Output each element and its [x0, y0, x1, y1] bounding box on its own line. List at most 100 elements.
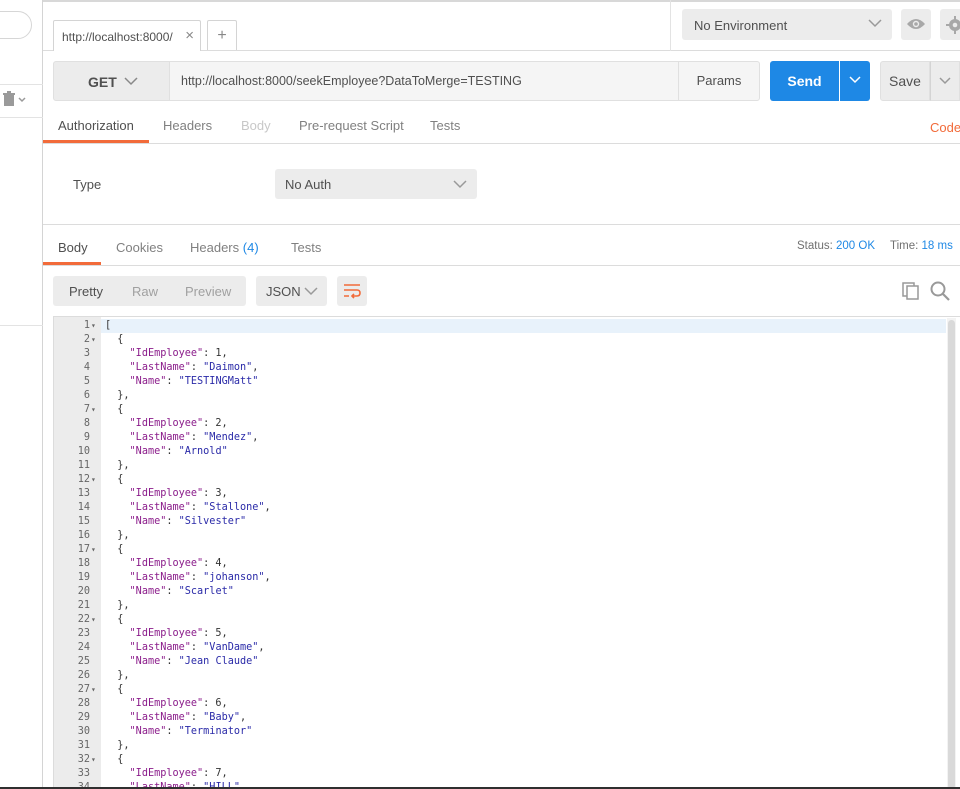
code-line: 6 }, — [54, 389, 944, 403]
code-line: 7 ▾ { — [54, 403, 944, 417]
code-text: "Name": "Terminator" — [129, 726, 253, 737]
trash-icon[interactable] — [2, 91, 30, 107]
chevron-down-icon — [453, 180, 467, 189]
request-tab[interactable]: http://localhost:8000/ × — [53, 20, 201, 51]
scrollbar-thumb[interactable] — [948, 320, 955, 789]
line-number: 22 — [77, 614, 90, 625]
chevron-down-icon — [868, 19, 882, 28]
tab-response-cookies[interactable]: Cookies — [116, 240, 163, 255]
chevron-down-icon — [124, 77, 138, 86]
line-number: 14 — [77, 502, 90, 513]
divider — [0, 325, 43, 326]
line-number: 33 — [77, 768, 90, 779]
line-number: 19 — [77, 572, 90, 583]
sidebar-search-input[interactable] — [0, 11, 32, 39]
code-text: "Name": "Silvester" — [129, 516, 247, 527]
divider — [43, 0, 960, 2]
format-select[interactable]: JSON — [256, 276, 327, 306]
line-number: 21 — [77, 600, 90, 611]
response-body-viewer[interactable]: 1 ▾[2 ▾ {3 "IdEmployee": 1, 4 "LastName": "… — [53, 316, 960, 789]
tab-response-headers[interactable]: Headers (4) — [190, 240, 259, 255]
environment-quick-look-button[interactable] — [901, 9, 931, 40]
time-label: Time: — [890, 240, 919, 252]
code-line: 14 "LastName": "Stallone", — [54, 501, 944, 515]
line-number: 25 — [77, 656, 90, 667]
view-mode-raw[interactable]: Raw — [132, 284, 158, 299]
fold-toggle-icon[interactable]: ▾ — [91, 753, 96, 767]
line-number: 23 — [77, 628, 90, 639]
save-options-button[interactable] — [930, 61, 960, 101]
tab-headers[interactable]: Headers — [163, 118, 212, 133]
line-number: 7 — [83, 404, 90, 415]
code-line: 33 "IdEmployee": 7, — [54, 767, 944, 781]
tab-body[interactable]: Body — [241, 118, 271, 133]
wrap-lines-button[interactable] — [337, 276, 367, 306]
code-line: 3 "IdEmployee": 1, — [54, 347, 944, 361]
code-line: 5 "Name": "TESTINGMatt" — [54, 375, 944, 389]
line-number: 26 — [77, 670, 90, 681]
tab-response-tests[interactable]: Tests — [291, 240, 321, 255]
fold-toggle-icon[interactable]: ▾ — [91, 473, 96, 487]
line-number: 27 — [77, 684, 90, 695]
params-button[interactable]: Params — [678, 61, 760, 101]
code-line: 24 "LastName": "VanDame", — [54, 641, 944, 655]
code-text: }, — [105, 530, 130, 541]
fold-toggle-icon[interactable]: ▾ — [91, 333, 96, 347]
code-line: 29 "LastName": "Baby", — [54, 711, 944, 725]
code-text: "LastName": "VanDame", — [129, 642, 265, 653]
code-text: "IdEmployee": 5, — [129, 628, 228, 639]
fold-toggle-icon[interactable]: ▾ — [91, 403, 96, 417]
line-number: 4 — [83, 362, 90, 373]
auth-type-select-value: No Auth — [285, 177, 332, 192]
line-number: 29 — [77, 712, 90, 723]
fold-toggle-icon[interactable]: ▾ — [91, 543, 96, 557]
tab-tests[interactable]: Tests — [430, 118, 460, 133]
line-number: 28 — [77, 698, 90, 709]
code-text: "Name": "Jean Claude" — [129, 656, 259, 667]
divider — [0, 84, 43, 85]
tab-response-body[interactable]: Body — [58, 240, 88, 255]
format-select-value: JSON — [266, 284, 301, 299]
view-mode-preview[interactable]: Preview — [185, 284, 231, 299]
line-number: 11 — [77, 460, 90, 471]
fold-toggle-icon[interactable]: ▾ — [91, 613, 96, 627]
tab-bar: http://localhost:8000/ × + No Environmen… — [43, 0, 960, 51]
send-button[interactable]: Send — [770, 61, 839, 101]
save-button[interactable]: Save — [880, 61, 930, 101]
code-line: 19 "LastName": "johanson", — [54, 571, 944, 585]
line-number: 30 — [77, 726, 90, 737]
headers-count-badge: (4) — [242, 240, 259, 255]
line-number: 20 — [77, 586, 90, 597]
line-number: 2 — [83, 334, 90, 345]
url-input[interactable]: http://localhost:8000/seekEmployee?DataT… — [170, 61, 679, 101]
divider — [0, 117, 43, 118]
view-mode-switch: Pretty Raw Preview — [53, 276, 246, 306]
environment-select[interactable]: No Environment — [682, 9, 892, 40]
copy-icon[interactable] — [901, 281, 921, 301]
auth-type-select[interactable]: No Auth — [275, 169, 477, 199]
code-line: 16 }, — [54, 529, 944, 543]
code-line: 13 "IdEmployee": 3, — [54, 487, 944, 501]
search-icon[interactable] — [930, 281, 950, 301]
fold-toggle-icon[interactable]: ▾ — [91, 319, 96, 333]
new-tab-button[interactable]: + — [207, 20, 237, 50]
code-text: [ — [105, 320, 112, 331]
method-select[interactable]: GET — [53, 61, 170, 101]
line-number: 8 — [83, 418, 90, 429]
tab-pre-request-script[interactable]: Pre-request Script — [299, 118, 404, 133]
close-icon[interactable]: × — [185, 27, 194, 44]
code-text: "IdEmployee": 3, — [129, 488, 228, 499]
code-text: { — [105, 474, 124, 485]
line-number: 9 — [83, 432, 90, 443]
view-mode-pretty[interactable]: Pretty — [69, 284, 103, 299]
generate-code-link[interactable]: Code — [930, 120, 960, 135]
line-number: 6 — [83, 390, 90, 401]
fold-toggle-icon[interactable]: ▾ — [91, 683, 96, 697]
settings-button[interactable] — [940, 9, 960, 40]
response-scrollbar[interactable] — [947, 318, 956, 789]
response-time: Time: 18 ms — [890, 240, 953, 252]
code-line: 2 ▾ { — [54, 333, 944, 347]
send-options-button[interactable] — [840, 61, 870, 101]
time-value: 18 ms — [921, 240, 953, 252]
tab-authorization[interactable]: Authorization — [58, 118, 134, 133]
